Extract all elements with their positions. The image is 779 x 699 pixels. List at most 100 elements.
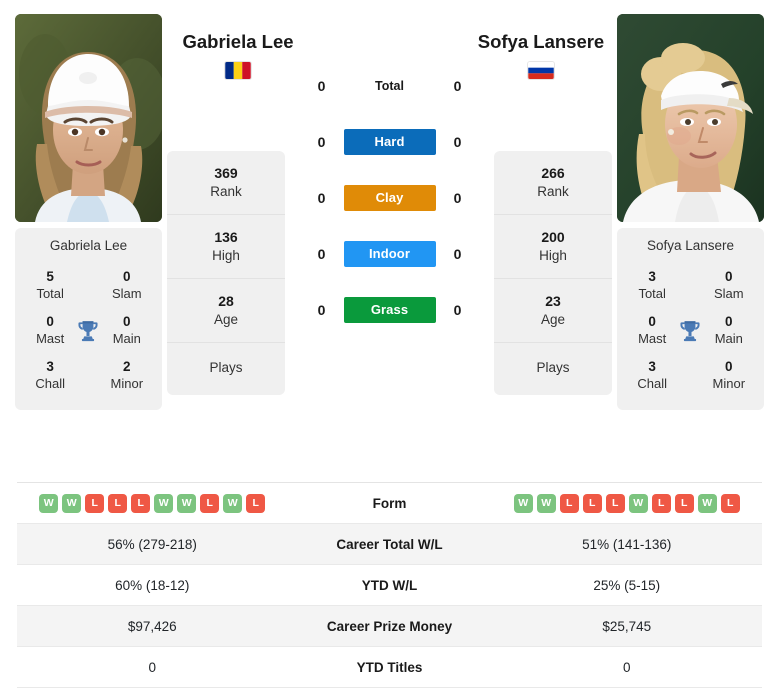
trophy-icon [675,318,705,344]
right-titles-mast: 0 Mast [629,314,675,347]
left-rank-label: Rank [210,183,242,199]
player-comparison-page: Gabriela Lee 5 Total 0 Slam 0 Mast 0 Mai… [0,0,779,699]
h2h-total-left-score: 0 [317,78,326,94]
h2h-grass-left-score: 0 [317,302,326,318]
right-titles-minor: 0 Minor [706,359,752,392]
form-badge-win: W [177,493,197,513]
left-career-prize-money: $97,426 [127,618,177,634]
left-titles-row-1: 5 Total 0 Slam [19,263,158,308]
top-section: Gabriela Lee 5 Total 0 Slam 0 Mast 0 Mai… [0,0,779,476]
right-titles-total: 3 Total [629,269,675,302]
left-titles-mast: 0 Mast [27,314,73,347]
left-titles-slam-value: 0 [123,269,131,284]
left-age-value: 28 [218,293,234,310]
table-row-career-total-wl: 56% (279-218) Career Total W/L 51% (141-… [17,524,762,565]
form-badge-loss: L [85,493,105,513]
right-player-photo[interactable] [617,14,764,222]
form-badge-win: W [223,493,243,513]
right-titles-main: 0 Main [706,314,752,347]
h2h-clay-label-wrap: Clay [343,185,436,211]
left-ytd-titles: 0 [148,659,156,675]
romania-flag-icon [225,62,251,80]
row-label-ytd-wl: YTD W/L [361,577,418,593]
left-card-player-name: Gabriela Lee [49,238,128,253]
h2h-hard-left-score: 0 [317,134,326,150]
right-career-prize-money: $25,745 [602,618,652,634]
right-form-strip: WWLLLWLLWL [496,493,759,513]
right-titles-row-3: 3 Chall 0 Minor [621,353,760,398]
form-badge-loss: L [651,493,671,513]
left-titles-minor-value: 2 [123,359,131,375]
form-badge-loss: L [674,493,694,513]
right-titles-minor-value: 0 [725,359,733,375]
right-rank-value: 266 [541,165,565,181]
right-stat-card: 266 Rank 200 High 23 Age Plays [494,151,612,395]
left-player-photo[interactable] [15,14,162,222]
h2h-indoor-right-score: 0 [453,246,462,262]
left-titles-minor: 2 Minor [104,359,150,392]
form-badge-win: W [154,493,174,513]
right-titles-grid: 3 Total 0 Slam 0 Mast 0 Main 3 Chall 0 M… [621,263,760,398]
left-ytd-wl: 60% (18-12) [115,577,190,593]
left-titles-total-value: 5 [46,269,54,284]
right-titles-main-label: Main [714,331,743,346]
left-titles-main: 0 Main [104,314,150,347]
form-badge-win: W [536,493,556,513]
right-titles-slam-value: 0 [725,269,733,284]
left-plays-label: Plays [209,360,243,376]
right-titles-row-2: 0 Mast 0 Main [621,308,760,353]
form-badge-loss: L [605,493,625,513]
left-titles-main-value: 0 [123,314,131,330]
left-high-cell: 136 High [167,215,285,280]
right-player-header: Sofya Lansere [470,30,612,80]
left-titles-grid: 5 Total 0 Slam 0 Mast 0 Main 3 Chall 2 M… [19,263,158,398]
right-rank-label: Rank [537,183,569,199]
form-badge-loss: L [131,493,151,513]
russia-flag-icon [528,62,554,80]
right-career-total-wl: 51% (141-136) [582,536,672,552]
right-high-cell: 200 High [494,215,612,280]
form-badge-loss: L [200,493,220,513]
form-badge-loss: L [582,493,602,513]
right-player-name[interactable]: Sofya Lansere [470,30,612,53]
h2h-row-grass: 0 Grass 0 [285,282,494,338]
right-titles-slam-label: Slam [714,285,744,301]
right-form-cell: WWLLLWLLWL [492,488,763,519]
left-high-label: High [212,248,240,263]
right-age-cell: 23 Age [494,279,612,344]
surface-badge-grass[interactable]: Grass [343,297,436,323]
left-titles-row-2: 0 Mast 0 Main [19,308,158,353]
left-age-label: Age [213,312,239,328]
left-stat-card: 369 Rank 136 High 28 Age Plays [167,151,285,395]
table-row-form: WWLLLWWLWL Form WWLLLWLLWL [17,483,762,524]
head-to-head-column: 0 Total 0 0 Hard 0 0 Clay 0 0 Indoor 0 0… [285,14,494,338]
left-high-value: 136 [214,229,238,246]
h2h-row-indoor: 0 Indoor 0 [285,226,494,282]
surface-badge-clay[interactable]: Clay [343,185,436,211]
left-titles-row-3: 3 Chall 2 Minor [19,353,158,398]
left-titles-card: Gabriela Lee 5 Total 0 Slam 0 Mast 0 Mai… [15,228,162,411]
row-label-form: Form [372,495,407,511]
right-titles-total-value: 3 [648,269,656,284]
right-plays-label: Plays [536,360,570,376]
left-titles-main-label: Main [112,331,141,346]
h2h-grass-right-score: 0 [453,302,462,318]
right-titles-card: Sofya Lansere 3 Total 0 Slam 0 Mast 0 Ma… [617,228,764,411]
form-badge-loss: L [720,493,740,513]
form-badge-loss: L [246,493,266,513]
form-badge-loss: L [559,493,579,513]
h2h-hard-right-score: 0 [453,134,462,150]
h2h-clay-right-score: 0 [453,190,462,206]
surface-badge-hard[interactable]: Hard [343,129,436,155]
left-player-name[interactable]: Gabriela Lee [167,30,309,53]
left-rank-value: 369 [214,165,238,181]
row-label-career-total-wl: Career Total W/L [336,536,443,552]
form-badge-win: W [39,493,59,513]
left-player-header: Gabriela Lee [167,30,309,80]
right-titles-main-value: 0 [725,314,733,330]
left-titles-mast-value: 0 [46,314,54,330]
left-titles-slam-label: Slam [112,285,142,301]
left-player-column: Gabriela Lee 5 Total 0 Slam 0 Mast 0 Mai… [10,14,167,411]
surface-badge-indoor[interactable]: Indoor [343,241,436,267]
left-titles-total-label: Total [36,285,64,301]
